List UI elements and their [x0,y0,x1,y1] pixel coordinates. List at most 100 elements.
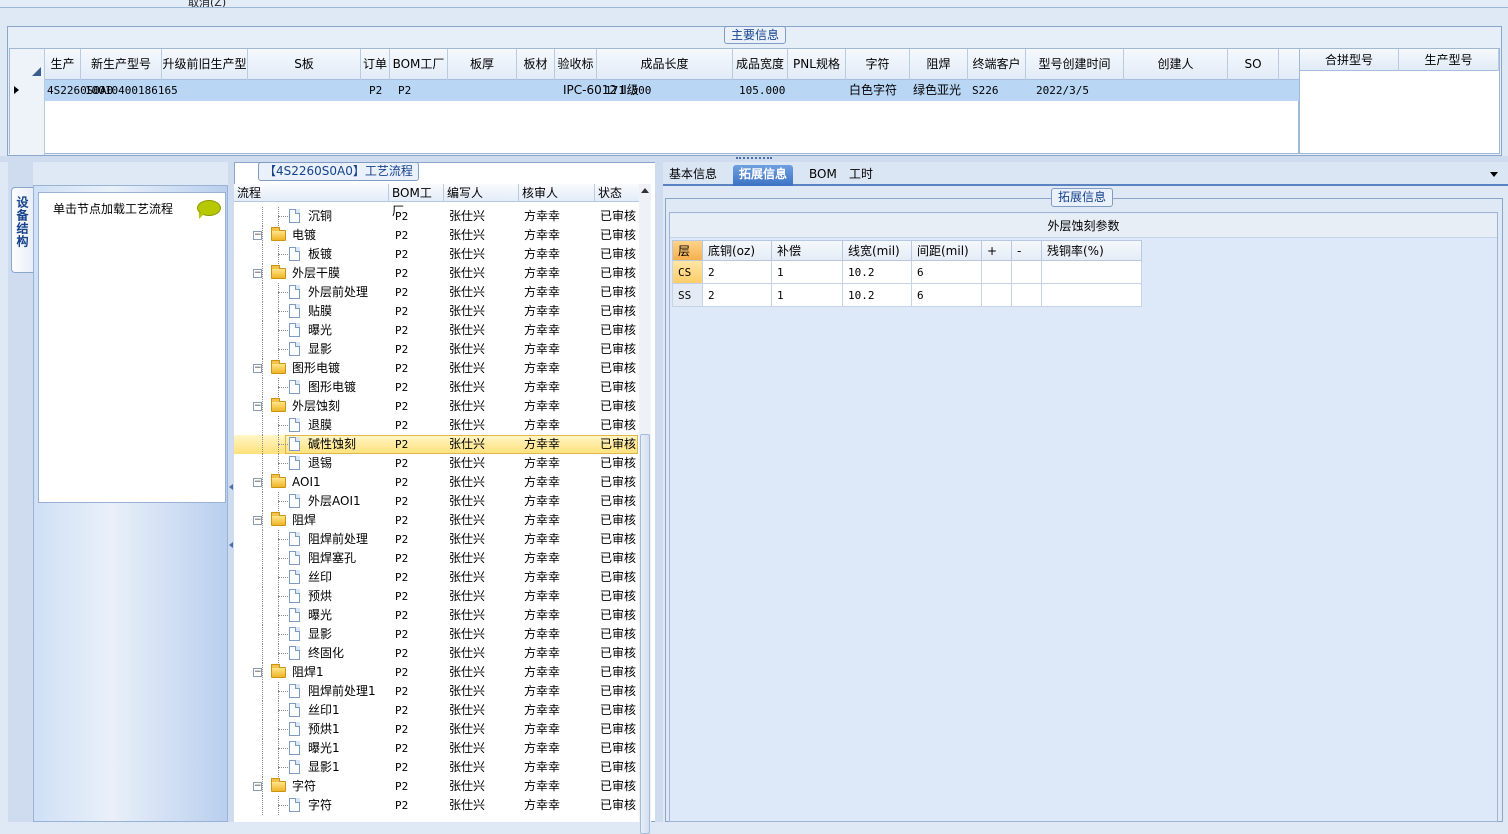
etch-cell[interactable]: SS [672,284,703,307]
scroll-up-icon[interactable] [641,188,649,193]
expand-toggle-icon[interactable]: − [253,402,262,411]
column-header-17[interactable]: SO [1228,49,1279,80]
tree-row[interactable]: 终固化 P2 张仕兴 方幸幸 已审核 [234,644,638,663]
expand-toggle-icon[interactable]: − [253,516,262,525]
etch-cell[interactable]: 6 [912,284,982,307]
column-header-3[interactable]: S板 [248,49,361,80]
tree-row[interactable]: 显影 P2 张仕兴 方幸幸 已审核 [234,625,638,644]
tree-row[interactable]: 丝印 P2 张仕兴 方幸幸 已审核 [234,568,638,587]
tree-row[interactable]: 丝印1 P2 张仕兴 方幸幸 已审核 [234,701,638,720]
expand-toggle-icon[interactable]: − [253,364,262,373]
etch-cell[interactable]: 6 [912,261,982,284]
process-scrollbar[interactable] [639,184,651,834]
tree-row[interactable]: 显影 P2 张仕兴 方幸幸 已审核 [234,340,638,359]
column-header-0[interactable]: 生产型号 [45,49,81,102]
column-header-10[interactable]: 成品宽度 [733,49,788,80]
process-tree[interactable]: 流程 BOM工厂 编写人 核审人 状态 沉铜 P2 张仕兴 方幸幸 已审核 − 电镀 P2 张仕兴 方幸幸… [234,184,651,822]
etch-cell[interactable] [1042,261,1142,284]
tree-row[interactable]: 退锡 P2 张仕兴 方幸幸 已审核 [234,454,638,473]
etch-column-header-2[interactable]: 补偿 [772,240,843,261]
tree-column-header-2[interactable]: 编写人 [444,184,519,202]
tab-bom[interactable]: BOM [803,165,843,186]
row-selector-column[interactable] [10,49,45,155]
scroll-thumb[interactable] [640,434,650,834]
tree-row[interactable]: − 阻焊 P2 张仕兴 方幸幸 已审核 [234,511,638,530]
tree-row[interactable]: 外层AOI1 P2 张仕兴 方幸幸 已审核 [234,492,638,511]
expand-toggle-icon[interactable]: − [253,231,262,240]
etch-column-header-0[interactable]: 层 [672,240,703,261]
tree-row[interactable]: 曝光1 P2 张仕兴 方幸幸 已审核 [234,739,638,758]
etch-cell[interactable]: 10.2 [843,261,912,284]
tree-column-header-3[interactable]: 核审人 [519,184,595,202]
expand-toggle-icon[interactable]: − [253,782,262,791]
tree-row[interactable]: 曝光 P2 张仕兴 方幸幸 已审核 [234,321,638,340]
splitter-grip[interactable] [736,157,772,160]
merge-column-header-1[interactable]: 生产型号 [1399,49,1499,71]
select-all-corner[interactable] [32,67,41,76]
tree-row[interactable]: 预烘1 P2 张仕兴 方幸幸 已审核 [234,720,638,739]
tree-row[interactable]: − AOI1 P2 张仕兴 方幸幸 已审核 [234,473,638,492]
cancel-button[interactable]: 取消(Z) [188,0,226,7]
etch-cell[interactable]: 2 [703,284,772,307]
expand-toggle-icon[interactable]: − [253,478,262,487]
etch-column-header-4[interactable]: 间距(mil) [912,240,982,261]
column-header-7[interactable]: 板材 [517,49,555,80]
tab-work-hours[interactable]: 工时 [843,165,879,186]
tree-row[interactable]: 图形电镀 P2 张仕兴 方幸幸 已审核 [234,378,638,397]
tabs-dropdown-icon[interactable] [1490,172,1498,177]
column-header-11[interactable]: PNL规格 [788,49,846,80]
etch-cell[interactable]: 2 [703,261,772,284]
etch-column-header-7[interactable]: 残铜率(%) [1042,240,1142,261]
tree-row[interactable]: − 电镀 P2 张仕兴 方幸幸 已审核 [234,226,638,245]
column-header-6[interactable]: 板厚 [448,49,517,80]
tree-row[interactable]: 阻焊前处理1 P2 张仕兴 方幸幸 已审核 [234,682,638,701]
column-header-2[interactable]: 升级前旧生产型号 [162,49,248,102]
middle-splitter[interactable] [655,162,663,822]
etch-cell[interactable]: 1 [772,261,843,284]
etch-cell[interactable] [1042,284,1142,307]
tree-row[interactable]: 预烘 P2 张仕兴 方幸幸 已审核 [234,587,638,606]
column-header-1[interactable]: 新生产型号 [81,49,162,80]
column-header-13[interactable]: 阻焊 [910,49,968,80]
tab-device-structure[interactable]: 设备结构 [11,187,33,273]
tree-row[interactable]: − 外层蚀刻 P2 张仕兴 方幸幸 已审核 [234,397,638,416]
tree-row[interactable]: − 字符 P2 张仕兴 方幸幸 已审核 [234,777,638,796]
tree-row[interactable]: 板镀 P2 张仕兴 方幸幸 已审核 [234,245,638,264]
etch-cell[interactable] [1012,284,1042,307]
tree-row[interactable]: 贴膜 P2 张仕兴 方幸幸 已审核 [234,302,638,321]
expand-toggle-icon[interactable]: − [253,668,262,677]
tree-row[interactable]: 曝光 P2 张仕兴 方幸幸 已审核 [234,606,638,625]
column-header-14[interactable]: 终端客户代码 [968,49,1026,102]
etch-cell[interactable] [982,261,1012,284]
etch-cell[interactable]: CS [672,261,703,284]
tree-row[interactable]: 沉铜 P2 张仕兴 方幸幸 已审核 [234,207,638,226]
tab-basic-info[interactable]: 基本信息 [663,165,723,186]
column-header-12[interactable]: 字符 [846,49,910,80]
collapse-left-icon[interactable] [229,484,233,490]
etch-column-header-6[interactable]: - [1012,240,1042,261]
merge-model-grid[interactable]: 合拼型号 生产型号 [1299,48,1500,154]
expand-toggle-icon[interactable]: − [253,269,262,278]
structure-tree[interactable] [38,225,226,503]
tree-row[interactable]: 外层前处理 P2 张仕兴 方幸幸 已审核 [234,283,638,302]
column-header-16[interactable]: 创建人 [1124,49,1228,80]
tree-row[interactable]: 退膜 P2 张仕兴 方幸幸 已审核 [234,416,638,435]
tree-column-header-0[interactable]: 流程 [234,184,389,202]
etch-column-header-3[interactable]: 线宽(mil) [843,240,912,261]
tree-column-header-1[interactable]: BOM工厂 [389,184,444,218]
etch-cell[interactable] [982,284,1012,307]
column-header-9[interactable]: 成品长度 [597,49,733,80]
tree-row[interactable]: − 图形电镀 P2 张仕兴 方幸幸 已审核 [234,359,638,378]
tree-row[interactable]: 字符 P2 张仕兴 方幸幸 已审核 [234,796,638,815]
etch-column-header-5[interactable]: + [982,240,1012,261]
tree-row[interactable]: 碱性蚀刻 P2 张仕兴 方幸幸 已审核 [234,435,638,454]
etch-cell[interactable]: 10.2 [843,284,912,307]
tree-row[interactable]: 阻焊塞孔 P2 张仕兴 方幸幸 已审核 [234,549,638,568]
column-header-15[interactable]: 型号创建时间 [1026,49,1124,80]
etch-cell[interactable] [1012,261,1042,284]
merge-column-header-0[interactable]: 合拼型号 [1300,49,1399,71]
model-grid[interactable]: 生产型号新生产型号升级前旧生产型号S板订单工厂BOM工厂板厚板材验收标准成品长度… [9,48,1300,155]
collapse-left-icon-2[interactable] [229,542,233,548]
column-header-5[interactable]: BOM工厂 [390,49,448,80]
tree-row[interactable]: − 阻焊1 P2 张仕兴 方幸幸 已审核 [234,663,638,682]
